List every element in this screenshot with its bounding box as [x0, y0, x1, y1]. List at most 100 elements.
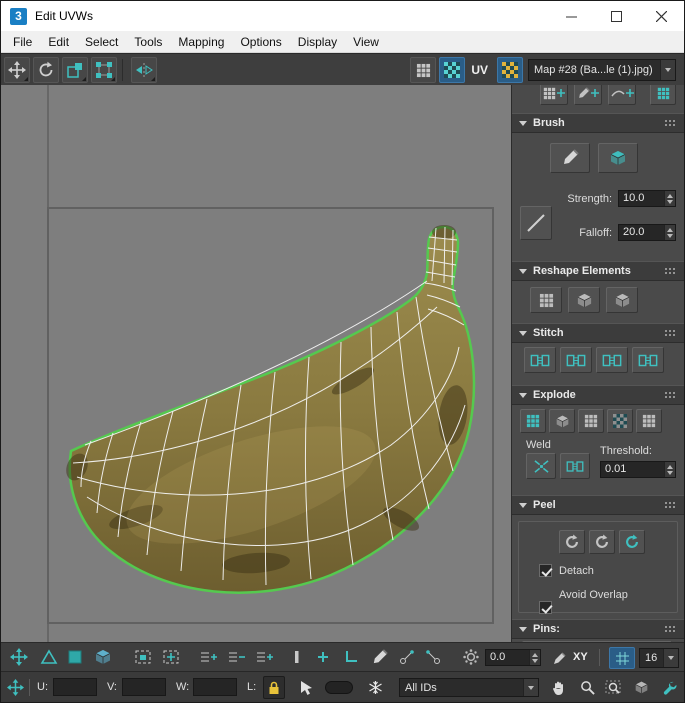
section-header-brush[interactable]: Brush: [512, 113, 684, 133]
brush-falloff-curve-button[interactable]: [520, 206, 552, 240]
edit-falloff-pen-icon[interactable]: [547, 646, 571, 668]
falloff-space-label[interactable]: XY: [573, 651, 588, 663]
stitch-average-button[interactable]: [560, 347, 592, 373]
stitch-target-button[interactable]: [632, 347, 664, 373]
weld-selected-button[interactable]: [526, 453, 556, 479]
falloff-spinner-arrows[interactable]: [664, 225, 675, 240]
w-coordinate-field[interactable]: [193, 678, 237, 696]
strength-spinner[interactable]: 10.0: [618, 190, 676, 207]
show-map-toggle-button[interactable]: [439, 57, 466, 83]
quick-peel-button[interactable]: [589, 530, 615, 554]
texture-map-dropdown-arrow[interactable]: [660, 60, 675, 80]
close-button[interactable]: [639, 1, 684, 31]
uv-editor-canvas[interactable]: [1, 85, 511, 642]
menu-item-select[interactable]: Select: [77, 32, 126, 52]
reshape-button-2[interactable]: [568, 287, 600, 313]
stitch-source-button[interactable]: [596, 347, 628, 373]
strength-spinner-arrows[interactable]: [664, 191, 675, 206]
soft-selection-value-spinner[interactable]: 0.0: [485, 649, 541, 666]
menu-item-display[interactable]: Display: [290, 32, 345, 52]
minimize-button[interactable]: [549, 1, 594, 31]
lock-selection-toggle[interactable]: [263, 676, 285, 699]
threshold-spinner-arrows[interactable]: [664, 462, 675, 477]
title-bar[interactable]: 3 Edit UVWs: [1, 1, 684, 31]
explode-button-1[interactable]: [520, 409, 546, 433]
zoom-region-icon[interactable]: [601, 676, 625, 699]
maximize-button[interactable]: [594, 1, 639, 31]
weld-all-button[interactable]: [560, 453, 590, 479]
menu-item-file[interactable]: File: [5, 32, 40, 52]
uvw-transform-icon[interactable]: [3, 676, 27, 699]
edge-ring-icon[interactable]: [253, 646, 277, 668]
section-header-reshape[interactable]: Reshape Elements: [512, 261, 684, 281]
grid-snap-toggle[interactable]: [609, 647, 635, 669]
preview-swatch[interactable]: [325, 681, 353, 694]
section-header-stitch[interactable]: Stitch: [512, 323, 684, 343]
panel-top-button-4[interactable]: [650, 85, 676, 105]
menu-item-edit[interactable]: Edit: [40, 32, 77, 52]
section-grip-icon[interactable]: [664, 500, 677, 510]
loop-corner-icon[interactable]: [339, 646, 363, 668]
section-grip-icon[interactable]: [664, 266, 677, 276]
face-mode-icon[interactable]: [63, 646, 87, 668]
section-header-explode[interactable]: Explode: [512, 385, 684, 405]
point-to-point-icon[interactable]: [395, 646, 419, 668]
peel-mode-button[interactable]: [559, 530, 585, 554]
edge-to-seam-icon[interactable]: [421, 646, 445, 668]
vertex-mode-icon[interactable]: [37, 646, 61, 668]
section-grip-icon[interactable]: [664, 328, 677, 338]
panel-top-button-3[interactable]: [608, 85, 636, 105]
element-mode-icon[interactable]: [91, 646, 115, 668]
avoid-overlap-checkbox[interactable]: [539, 601, 552, 614]
peel-reset-button[interactable]: [619, 530, 645, 554]
explode-button-5[interactable]: [636, 409, 662, 433]
options-wrench-icon[interactable]: [657, 676, 681, 699]
explode-button-2[interactable]: [549, 409, 575, 433]
menu-item-mapping[interactable]: Mapping: [170, 32, 232, 52]
reshape-button-3[interactable]: [606, 287, 638, 313]
panel-top-button-2[interactable]: [574, 85, 602, 105]
section-grip-icon[interactable]: [664, 390, 677, 400]
section-grip-icon[interactable]: [664, 624, 677, 634]
texture-map-dropdown[interactable]: Map #28 (Ba...le (1).jpg): [528, 59, 676, 81]
reshape-button-1[interactable]: [530, 287, 562, 313]
menu-item-options[interactable]: Options: [232, 32, 289, 52]
select-element-icon[interactable]: [159, 646, 183, 668]
stitch-custom-button[interactable]: [524, 347, 556, 373]
grid-size-dropdown[interactable]: 16: [639, 648, 679, 668]
explode-button-3[interactable]: [578, 409, 604, 433]
menu-item-tools[interactable]: Tools: [126, 32, 170, 52]
falloff-spinner[interactable]: 20.0: [618, 224, 676, 241]
relax-brush-button[interactable]: [598, 143, 638, 173]
zoom-extents-icon[interactable]: [629, 676, 653, 699]
edge-bar-icon[interactable]: [285, 646, 309, 668]
select-region-icon[interactable]: [131, 646, 155, 668]
panel-top-button-1[interactable]: [540, 85, 568, 105]
freeform-mode-button[interactable]: [91, 56, 117, 83]
soft-selection-spinner-arrows[interactable]: [529, 650, 540, 665]
pan-hand-icon[interactable]: [547, 676, 571, 699]
soft-selection-gear-icon[interactable]: [459, 646, 483, 668]
paint-select-icon[interactable]: [367, 646, 391, 668]
mirror-tool-button[interactable]: [131, 56, 157, 83]
menu-item-view[interactable]: View: [345, 32, 387, 52]
checker-pattern-button[interactable]: [497, 57, 523, 83]
snap-grid-button[interactable]: [410, 57, 437, 83]
uv-gizmo-mode-icon[interactable]: [7, 646, 31, 668]
section-header-pins[interactable]: Pins:: [512, 619, 684, 639]
scale-tool-button[interactable]: [62, 56, 88, 83]
material-ids-dropdown-arrow[interactable]: [523, 679, 538, 696]
material-ids-dropdown[interactable]: All IDs: [399, 678, 539, 697]
v-coordinate-field[interactable]: [122, 678, 166, 696]
section-grip-icon[interactable]: [664, 118, 677, 128]
grow-selection-icon[interactable]: [311, 646, 335, 668]
zoom-icon[interactable]: [575, 676, 599, 699]
detach-checkbox[interactable]: [539, 564, 552, 577]
rotate-tool-button[interactable]: [33, 56, 59, 83]
section-header-peel[interactable]: Peel: [512, 495, 684, 515]
paint-brush-button[interactable]: [550, 143, 590, 173]
grid-size-dropdown-arrow[interactable]: [663, 649, 678, 667]
u-coordinate-field[interactable]: [53, 678, 97, 696]
move-tool-button[interactable]: [4, 56, 30, 83]
explode-button-4[interactable]: [607, 409, 633, 433]
